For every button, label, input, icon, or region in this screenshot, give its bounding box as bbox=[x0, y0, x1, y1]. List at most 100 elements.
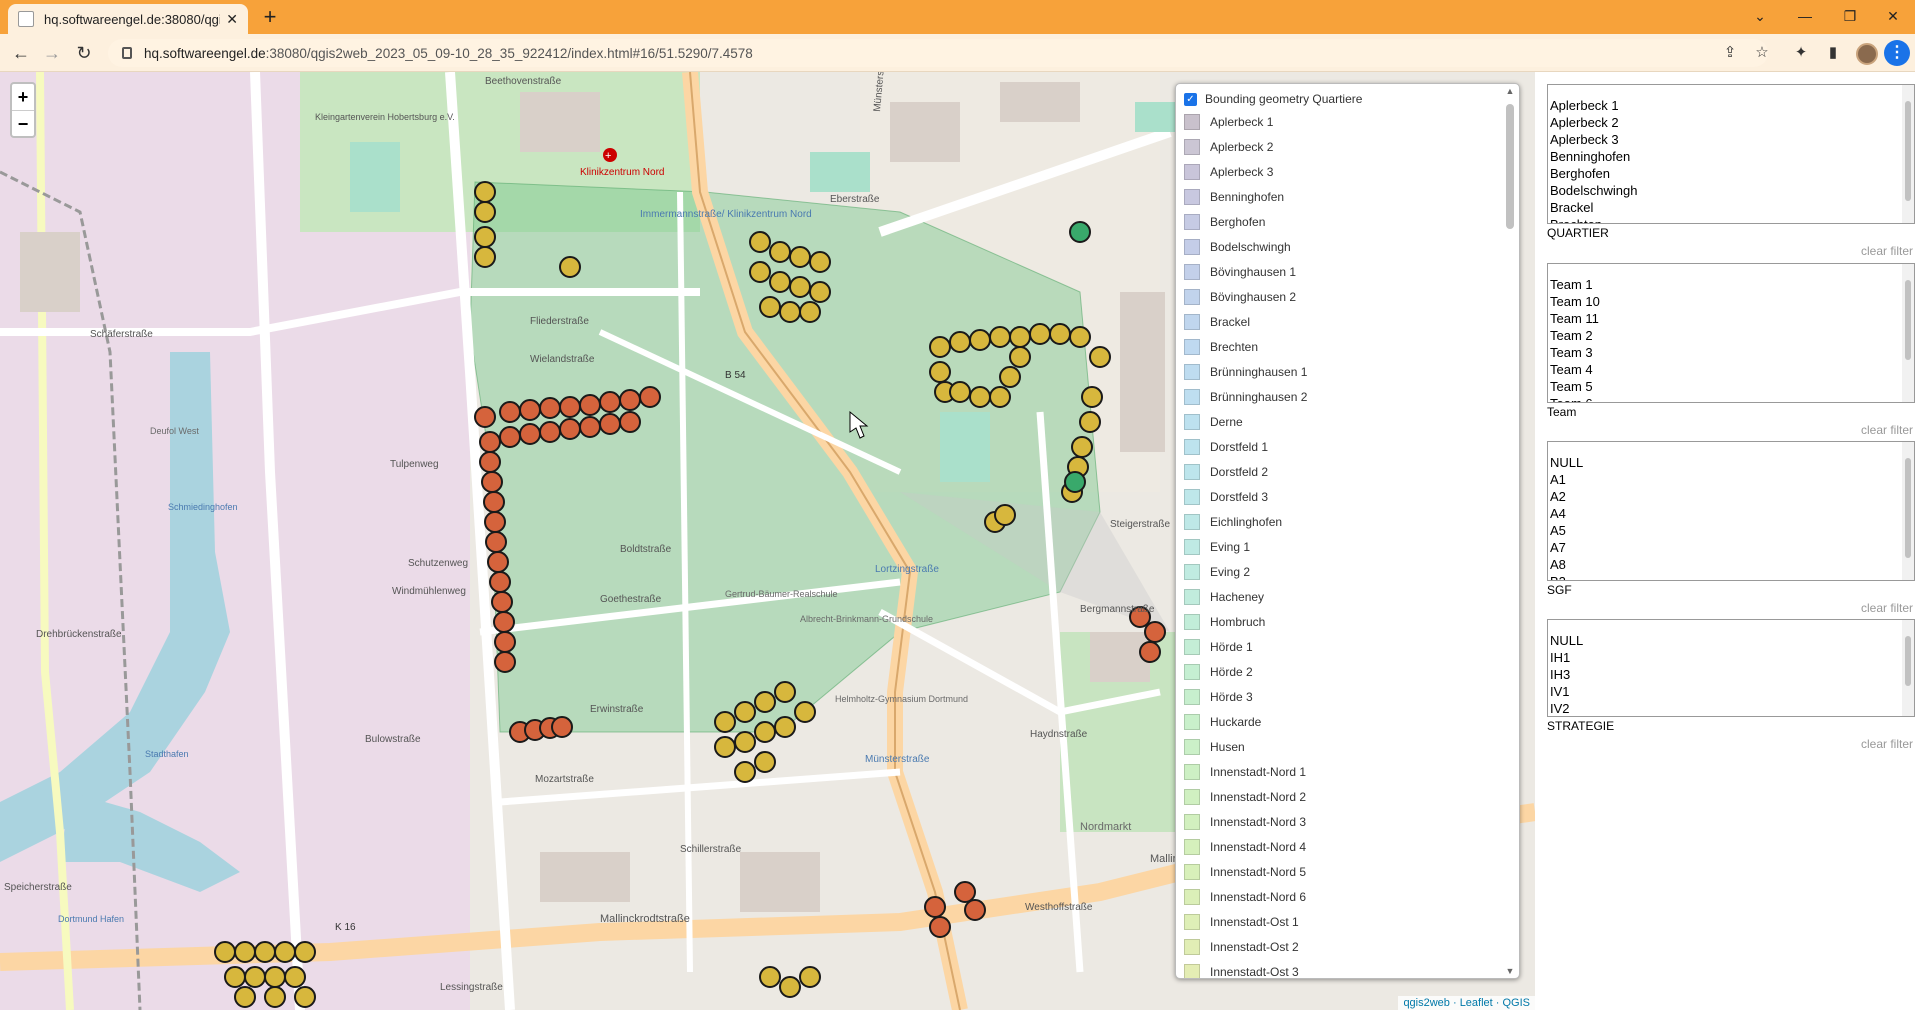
filter-option[interactable]: B2 bbox=[1548, 573, 1914, 580]
legend-swatch-icon bbox=[1184, 713, 1200, 730]
map-label-lortzing: Lortzingstraße bbox=[875, 564, 939, 575]
clear-filter-link[interactable]: clear filter bbox=[1547, 423, 1915, 437]
filter-option[interactable]: Brechten bbox=[1548, 216, 1914, 223]
filter-option[interactable]: Aplerbeck 1 bbox=[1548, 97, 1914, 114]
filter-option[interactable]: IV1 bbox=[1548, 683, 1914, 700]
tab-close-icon[interactable]: ✕ bbox=[226, 11, 238, 28]
map-label-dortmund-hafen: Dortmund Hafen bbox=[58, 914, 124, 924]
tab-search-icon[interactable]: ⌄ bbox=[1740, 4, 1780, 28]
filter-option[interactable]: Team 3 bbox=[1548, 344, 1914, 361]
filter-scroll-thumb[interactable] bbox=[1905, 458, 1911, 558]
minimize-window-icon[interactable]: — bbox=[1785, 4, 1825, 28]
filter-option[interactable]: A7 bbox=[1548, 539, 1914, 556]
filter-multiselect[interactable]: NULLIH1IH3IV1IV2IV3 bbox=[1547, 619, 1915, 717]
back-arrow-icon[interactable]: ← bbox=[9, 41, 33, 65]
filter-scroll-thumb[interactable] bbox=[1905, 280, 1911, 360]
layer-legend-label: Benninghofen bbox=[1210, 189, 1285, 204]
map-label-windmuhlenweg: Windmühlenweg bbox=[392, 586, 466, 597]
filter-option[interactable]: A8 bbox=[1548, 556, 1914, 573]
layer-legend-label: Eving 1 bbox=[1210, 539, 1251, 554]
filter-option[interactable]: Benninghofen bbox=[1548, 148, 1914, 165]
filter-scroll-thumb[interactable] bbox=[1905, 101, 1911, 201]
extensions-puzzle-icon[interactable]: ✦ bbox=[1791, 43, 1811, 63]
reload-icon[interactable]: ↻ bbox=[72, 41, 96, 65]
layer-scroll-thumb[interactable] bbox=[1506, 104, 1514, 229]
filter-option[interactable]: Team 10 bbox=[1548, 293, 1914, 310]
filter-option[interactable]: A2 bbox=[1548, 488, 1914, 505]
filter-option[interactable]: IH3 bbox=[1548, 666, 1914, 683]
filter-option[interactable]: NULL bbox=[1548, 454, 1914, 471]
filter-option[interactable]: IV2 bbox=[1548, 700, 1914, 716]
legend-swatch-icon bbox=[1184, 688, 1200, 705]
layer-legend-row: Bövinghausen 1 bbox=[1184, 259, 1501, 284]
browser-menu-icon[interactable]: ⋮ bbox=[1884, 40, 1910, 66]
layer-list-scrollbar[interactable]: ▲ ▼ bbox=[1503, 86, 1517, 976]
filter-scrollbar[interactable] bbox=[1902, 620, 1914, 716]
filter-option[interactable]: A1 bbox=[1548, 471, 1914, 488]
bookmark-star-icon[interactable]: ☆ bbox=[1752, 43, 1772, 63]
filter-option[interactable]: A4 bbox=[1548, 505, 1914, 522]
filter-option[interactable]: Aplerbeck 2 bbox=[1548, 114, 1914, 131]
browser-tab[interactable]: hq.softwareengel.de:38080/qgis2 ✕ bbox=[8, 4, 248, 34]
filter-option[interactable]: Team 4 bbox=[1548, 361, 1914, 378]
filter-option[interactable]: Aplerbeck 3 bbox=[1548, 131, 1914, 148]
filter-label: QUARTIER bbox=[1547, 226, 1609, 240]
layer-legend-label: Innenstadt-Nord 3 bbox=[1210, 814, 1307, 829]
map-label-tulpenweg: Tulpenweg bbox=[390, 459, 439, 470]
filter-scrollbar[interactable] bbox=[1902, 264, 1914, 402]
filter-option[interactable]: Team 2 bbox=[1548, 327, 1914, 344]
clear-filter-link[interactable]: clear filter bbox=[1547, 737, 1915, 751]
layer-legend-label: Aplerbeck 3 bbox=[1210, 164, 1274, 179]
close-window-icon[interactable]: ✕ bbox=[1873, 4, 1913, 28]
filter-group-quartier: Aplerbeck 1 Aplerbeck 2 Aplerbeck 3 Benning… bbox=[1547, 84, 1915, 258]
filter-option[interactable]: A5 bbox=[1548, 522, 1914, 539]
scroll-down-arrow-icon[interactable]: ▼ bbox=[1503, 966, 1517, 976]
filter-scrollbar[interactable] bbox=[1902, 85, 1914, 223]
filter-option[interactable]: IH1 bbox=[1548, 649, 1914, 666]
clear-filter-link[interactable]: clear filter bbox=[1547, 601, 1915, 615]
filter-option[interactable]: Berghofen bbox=[1548, 165, 1914, 182]
new-tab-button[interactable]: + bbox=[258, 6, 282, 30]
filter-multiselect[interactable]: Team 1 Team 10 Team 11 Team 2 Team 3 Team 4 Te… bbox=[1547, 263, 1915, 403]
filter-option[interactable]: Team 11 bbox=[1548, 310, 1914, 327]
layer-checkbox-checked-icon[interactable]: ✓ bbox=[1184, 92, 1197, 106]
map-label-nordmarkt: Nordmarkt bbox=[1080, 821, 1131, 833]
profile-avatar[interactable] bbox=[1856, 43, 1878, 65]
layer-legend-label: Eichlinghofen bbox=[1210, 514, 1283, 529]
filter-option[interactable]: Team 1 bbox=[1548, 276, 1914, 293]
legend-swatch-icon bbox=[1184, 588, 1200, 605]
browser-titlebar: hq.softwareengel.de:38080/qgis2 ✕ + ⌄ — … bbox=[0, 0, 1915, 34]
legend-swatch-icon bbox=[1184, 413, 1200, 430]
map-label-klinikum: Klinikzentrum Nord bbox=[580, 167, 664, 178]
filter-option[interactable]: Bodelschwingh bbox=[1548, 182, 1914, 199]
zoom-in-button[interactable]: + bbox=[12, 84, 34, 110]
address-bar[interactable]: hq.softwareengel.de:38080/qgis2web_2023_… bbox=[108, 39, 1768, 67]
forward-arrow-icon[interactable]: → bbox=[40, 41, 64, 65]
clear-filter-link[interactable]: clear filter bbox=[1547, 244, 1915, 258]
layer-legend-row: Aplerbeck 2 bbox=[1184, 134, 1501, 159]
filter-multiselect[interactable]: NULLA1A2A4A5A7A8B2B4 bbox=[1547, 441, 1915, 581]
layer-legend-label: Huckarde bbox=[1210, 714, 1262, 729]
zoom-out-button[interactable]: − bbox=[12, 110, 34, 136]
map-label-bergmann: Bergmannstraße bbox=[1080, 604, 1155, 615]
share-icon[interactable]: ⇪ bbox=[1720, 43, 1740, 63]
layer-legend-label: Innenstadt-Nord 6 bbox=[1210, 889, 1307, 904]
filter-label: Team bbox=[1547, 405, 1577, 419]
map-attribution[interactable]: qgis2web · Leaflet · QGIS bbox=[1398, 996, 1535, 1010]
filter-option[interactable]: Team 6 bbox=[1548, 395, 1914, 402]
scroll-up-arrow-icon[interactable]: ▲ bbox=[1503, 86, 1517, 96]
filter-scroll-thumb[interactable] bbox=[1905, 636, 1911, 686]
side-panel-icon[interactable]: ▮ bbox=[1823, 43, 1843, 63]
filter-option[interactable]: Team 5 bbox=[1548, 378, 1914, 395]
filter-multiselect[interactable]: Aplerbeck 1 Aplerbeck 2 Aplerbeck 3 Benning… bbox=[1547, 84, 1915, 224]
layer-group-label: Bounding geometry Quartiere bbox=[1205, 92, 1363, 106]
map-label-muensterstrasse-south: Münsterstraße bbox=[865, 754, 930, 765]
filter-label: SGF bbox=[1547, 583, 1572, 597]
legend-swatch-icon bbox=[1184, 463, 1200, 480]
filter-option[interactable]: Brackel bbox=[1548, 199, 1914, 216]
filter-option[interactable]: NULL bbox=[1548, 632, 1914, 649]
restore-window-icon[interactable]: ❐ bbox=[1830, 4, 1870, 28]
legend-swatch-icon bbox=[1184, 213, 1200, 230]
filter-scrollbar[interactable] bbox=[1902, 442, 1914, 580]
layer-group-header[interactable]: ✓ Bounding geometry Quartiere bbox=[1184, 89, 1501, 109]
